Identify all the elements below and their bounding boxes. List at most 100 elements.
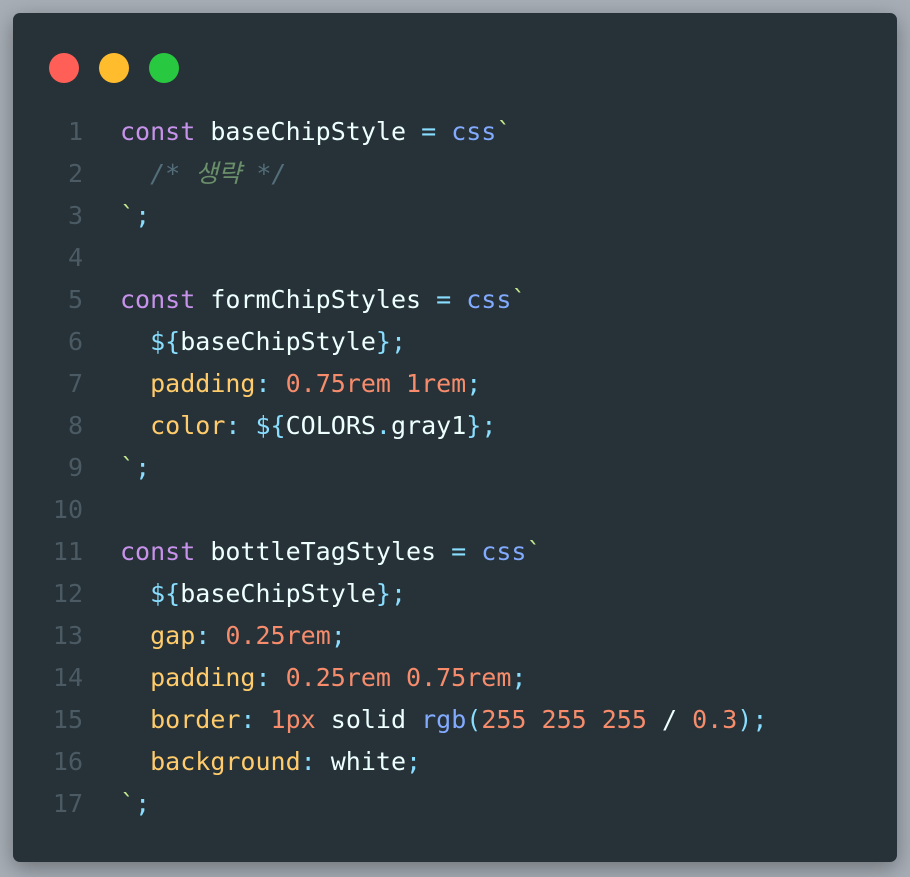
line-number: 7 <box>67 369 83 398</box>
code-token: solid <box>330 705 407 734</box>
code-token: = <box>451 537 467 566</box>
code-token: ; <box>406 747 422 776</box>
code-token: COLORS <box>285 411 376 440</box>
code-line: 7 padding: 0.75rem 1rem; <box>13 363 897 405</box>
minimize-button[interactable] <box>99 53 129 83</box>
code-token: ` <box>120 789 136 818</box>
code-token: baseChipStyle <box>180 327 376 356</box>
code-token: 255 <box>481 705 527 734</box>
code-token: ` <box>526 537 542 566</box>
window-controls <box>49 53 179 83</box>
code-line: 1 const baseChipStyle = css` <box>13 111 897 153</box>
code-window: 1 const baseChipStyle = css` 2 /* 생략 */3 `;… <box>13 13 897 862</box>
line-number: 1 <box>67 117 83 146</box>
code-line: 16 background: white; <box>13 741 897 783</box>
code-token: ; <box>752 705 768 734</box>
line-number: 6 <box>67 327 83 356</box>
code-token: css <box>466 285 512 314</box>
code-token: = <box>421 117 437 146</box>
code-token: const <box>120 117 196 146</box>
code-token: : <box>300 747 316 776</box>
code-token: : <box>240 705 256 734</box>
line-source: color: ${COLORS.gray1}; <box>83 405 496 447</box>
code-token: : <box>255 663 271 692</box>
code-line: 14 padding: 0.25rem 0.75rem; <box>13 657 897 699</box>
code-token: ) <box>737 705 753 734</box>
code-line: 13 gap: 0.25rem; <box>13 615 897 657</box>
code-token: rgb <box>421 705 467 734</box>
code-token: 1px <box>270 705 316 734</box>
code-token: ; <box>135 201 151 230</box>
code-token: bottleTagStyles <box>210 537 437 566</box>
code-token: ( <box>466 705 482 734</box>
line-number: 16 <box>52 747 83 776</box>
code-token: } <box>466 411 482 440</box>
code-token: ; <box>135 453 151 482</box>
line-source: `; <box>83 195 150 237</box>
line-number: 15 <box>52 705 83 734</box>
code-token: 0.75rem <box>406 663 512 692</box>
code-token: ` <box>496 117 512 146</box>
code-token: ` <box>120 201 136 230</box>
code-token: ; <box>511 663 527 692</box>
code-token: baseChipStyle <box>210 117 406 146</box>
line-number: 8 <box>67 411 83 440</box>
code-token: */ <box>256 159 287 188</box>
line-source: const bottleTagStyles = css` <box>83 531 542 573</box>
code-token: 생략 <box>195 159 242 188</box>
code-token: ; <box>135 789 151 818</box>
code-token: css <box>481 537 527 566</box>
code-token: color <box>150 411 226 440</box>
code-line: 8 color: ${COLORS.gray1}; <box>13 405 897 447</box>
code-line: 5 const formChipStyles = css` <box>13 279 897 321</box>
code-token: ${ <box>255 411 286 440</box>
code-token: ${ <box>150 327 181 356</box>
line-source: const baseChipStyle = css` <box>83 111 511 153</box>
code-token: : <box>195 621 211 650</box>
code-token: } <box>375 579 391 608</box>
line-source: const formChipStyles = css` <box>83 279 526 321</box>
line-number: 10 <box>52 495 83 524</box>
code-token: css <box>451 117 497 146</box>
code-token: 0.3 <box>692 705 738 734</box>
line-number: 4 <box>67 243 83 272</box>
line-number: 11 <box>52 537 83 566</box>
line-source: ${baseChipStyle}; <box>83 573 406 615</box>
line-number: 12 <box>52 579 83 608</box>
code-token: ; <box>466 369 482 398</box>
code-token: formChipStyles <box>210 285 422 314</box>
line-number: 9 <box>67 453 83 482</box>
code-token: ; <box>390 579 407 608</box>
code-token: padding <box>150 663 256 692</box>
code-line: 11 const bottleTagStyles = css` <box>13 531 897 573</box>
close-button[interactable] <box>49 53 79 83</box>
maximize-button[interactable] <box>149 53 179 83</box>
line-source <box>83 489 120 531</box>
code-line: 17 `; <box>13 783 897 825</box>
code-block: 1 const baseChipStyle = css` 2 /* 생략 */3 `;… <box>13 111 897 825</box>
line-number: 14 <box>52 663 83 692</box>
line-source: `; <box>83 783 150 825</box>
line-source: background: white; <box>83 741 421 783</box>
line-source: gap: 0.25rem; <box>83 615 346 657</box>
